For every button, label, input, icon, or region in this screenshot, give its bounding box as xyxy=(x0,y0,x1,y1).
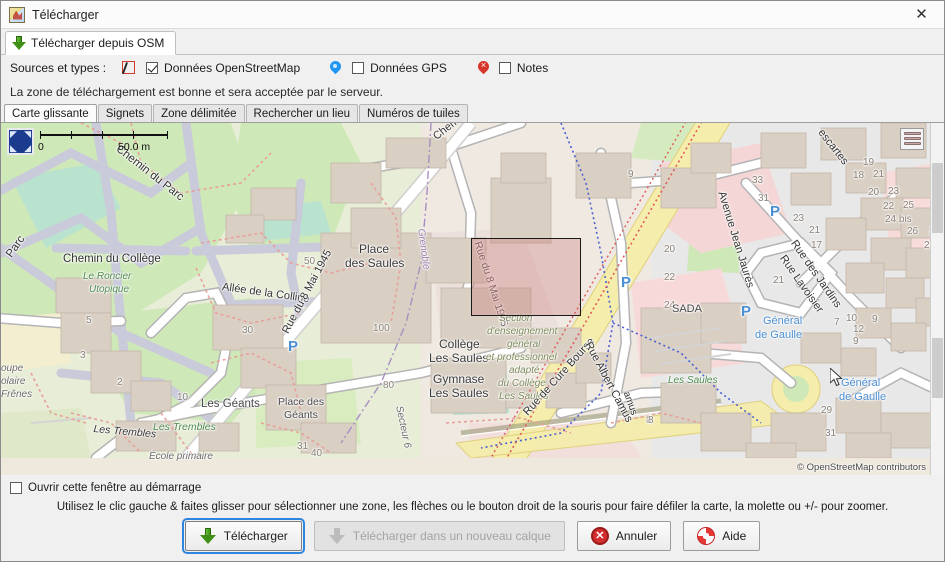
download-button[interactable]: Télécharger xyxy=(185,521,302,551)
close-icon[interactable]: ✕ xyxy=(899,1,944,27)
top-tab-strip: Télécharger depuis OSM xyxy=(1,29,944,55)
lifebuoy-help-icon xyxy=(697,527,715,545)
map-render xyxy=(1,123,933,458)
open-at-startup-checkbox[interactable] xyxy=(10,482,22,494)
cancel-button[interactable]: ✕ Annuler xyxy=(577,521,671,551)
title-bar: Télécharger ✕ xyxy=(1,1,944,29)
button-row: Télécharger Télécharger dans un nouveau … xyxy=(1,521,944,561)
open-at-startup-label: Ouvrir cette fenêtre au démarrage xyxy=(28,482,201,494)
tab-bookmarks[interactable]: Signets xyxy=(98,104,152,122)
map-attribution[interactable]: © OpenStreetMap contributors xyxy=(797,462,926,473)
josm-download-icon xyxy=(9,7,25,23)
status-message: La zone de téléchargement est bonne et s… xyxy=(1,81,944,103)
osm-data-label: Données OpenStreetMap xyxy=(164,61,300,75)
note-marker-icon xyxy=(473,60,491,76)
sub-tab-strip: Carte glissante Signets Zone délimitée R… xyxy=(1,103,944,122)
help-button-label: Aide xyxy=(722,529,746,543)
osm-data-checkbox[interactable] xyxy=(146,62,158,74)
notes-label: Notes xyxy=(517,61,548,75)
scale-min-label: 0 xyxy=(38,141,44,153)
gps-data-checkbox[interactable] xyxy=(352,62,364,74)
green-down-arrow-icon xyxy=(199,527,217,545)
cancel-icon: ✕ xyxy=(591,527,609,545)
source-notes[interactable]: Notes xyxy=(473,60,548,76)
cancel-button-label: Annuler xyxy=(616,529,657,543)
tab-search-place[interactable]: Rechercher un lieu xyxy=(246,104,359,122)
dialog-footer: Ouvrir cette fenêtre au démarrage Utilis… xyxy=(1,475,944,561)
scale-max-label: 50.0 m xyxy=(118,141,150,153)
tab-label: Télécharger depuis OSM xyxy=(31,36,164,50)
tab-slippy-map[interactable]: Carte glissante xyxy=(4,104,97,122)
tab-tile-numbers[interactable]: Numéros de tuiles xyxy=(359,104,468,122)
osm-data-icon xyxy=(120,60,138,76)
slippy-map-panel[interactable]: Chemin du ParcParcChemin du CollègeLe Ro… xyxy=(1,122,944,475)
map-canvas[interactable]: Chemin du ParcParcChemin du CollègeLe Ro… xyxy=(1,123,944,475)
source-osm-data[interactable]: Données OpenStreetMap xyxy=(120,60,300,76)
gray-down-arrow-icon xyxy=(328,527,346,545)
help-button[interactable]: Aide xyxy=(683,521,760,551)
tab-download-from-osm[interactable]: Télécharger depuis OSM xyxy=(5,31,176,55)
download-button-label: Télécharger xyxy=(224,529,288,543)
map-vertical-scrollbar[interactable] xyxy=(930,123,944,475)
sources-row: Sources et types : Données OpenStreetMap… xyxy=(1,55,944,81)
sources-label: Sources et types : xyxy=(10,61,106,75)
tab-bounding-box[interactable]: Zone délimitée xyxy=(153,104,244,122)
window-title: Télécharger xyxy=(32,8,99,22)
download-new-layer-button[interactable]: Télécharger dans un nouveau calque xyxy=(314,521,565,551)
download-dialog: Télécharger ✕ Télécharger depuis OSM Sou… xyxy=(0,0,945,562)
download-selection-rectangle[interactable] xyxy=(471,238,581,316)
mouse-cursor-icon xyxy=(830,368,844,388)
layers-stack-icon[interactable] xyxy=(900,128,924,150)
pan-arrows-icon[interactable]: ◤◥ ◣◢ xyxy=(7,128,34,155)
green-down-arrow-icon xyxy=(12,36,26,51)
scrollbar-thumb[interactable] xyxy=(932,163,943,233)
gps-data-label: Données GPS xyxy=(370,61,447,75)
source-gps-data[interactable]: Données GPS xyxy=(326,60,447,76)
scrollbar-thumb-secondary[interactable] xyxy=(932,338,943,398)
scale-bar: 0 50.0 m xyxy=(40,129,168,153)
usage-hint: Utilisez le clic gauche & faites glisser… xyxy=(1,497,944,521)
startup-checkbox-row[interactable]: Ouvrir cette fenêtre au démarrage xyxy=(1,475,944,497)
gps-marker-icon xyxy=(326,60,344,76)
notes-checkbox[interactable] xyxy=(499,62,511,74)
download-new-layer-label: Télécharger dans un nouveau calque xyxy=(353,529,551,543)
